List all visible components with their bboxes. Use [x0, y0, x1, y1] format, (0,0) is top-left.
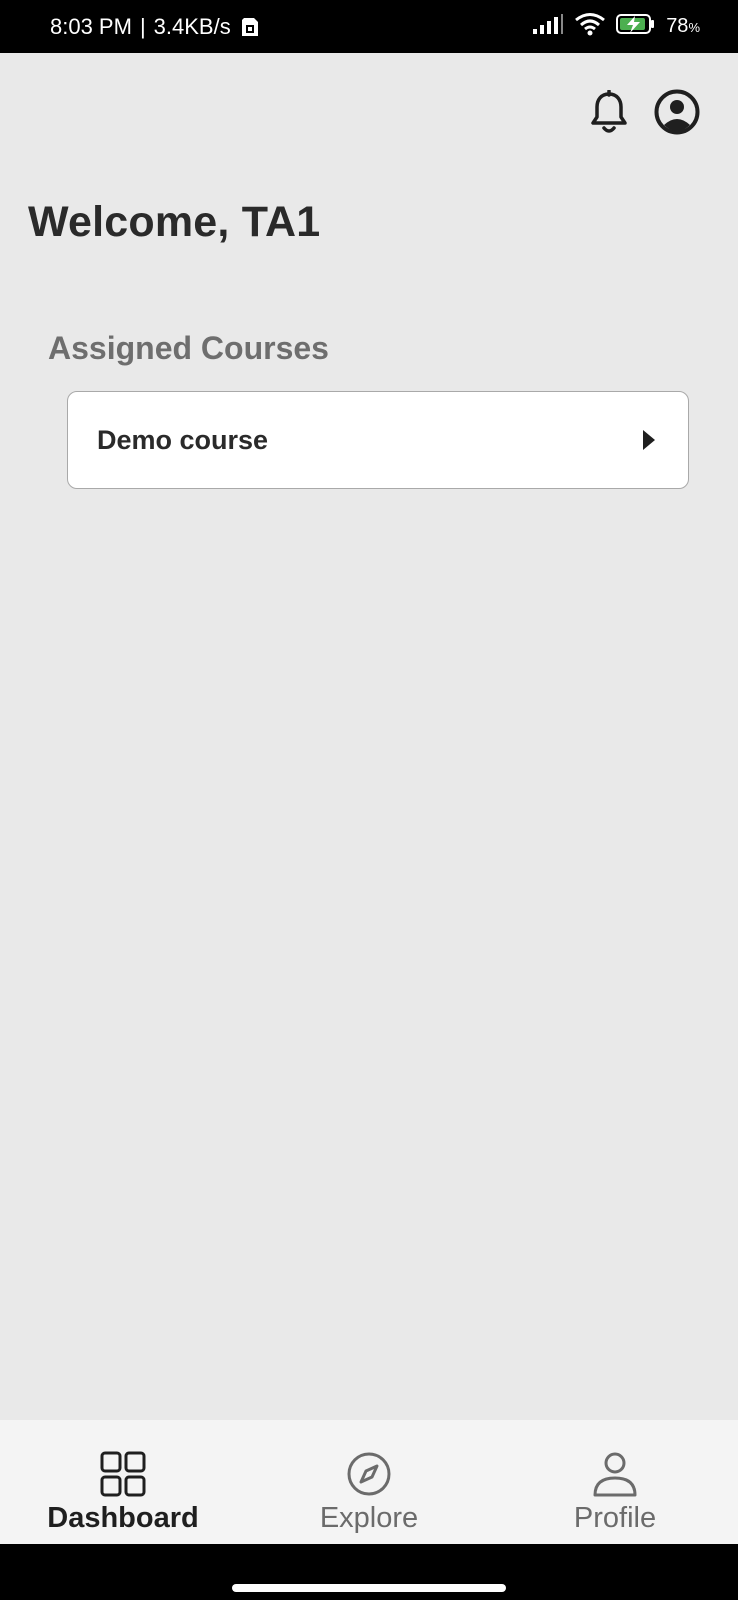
nav-item-dashboard[interactable]: Dashboard [0, 1420, 246, 1544]
course-name: Demo course [97, 424, 269, 455]
chevron-right-icon [640, 428, 658, 452]
bottom-navigation: Dashboard Explore Profile [0, 1420, 738, 1544]
nav-label-dashboard: Dashboard [47, 1502, 199, 1534]
status-bar: 8:03 PM | 3.4KB/s 78% [0, 0, 738, 53]
bell-icon [589, 88, 629, 141]
status-left: 8:03 PM | 3.4KB/s [50, 14, 261, 40]
battery-percent-value: 78 [666, 15, 689, 37]
grid-icon [99, 1450, 147, 1498]
compass-icon [345, 1450, 393, 1498]
home-indicator[interactable] [232, 1584, 506, 1592]
nav-label-explore: Explore [319, 1502, 419, 1534]
battery-percent-unit: % [688, 20, 700, 35]
battery-charging-icon [616, 13, 656, 41]
nav-item-profile[interactable]: Profile [492, 1420, 738, 1544]
nav-label-profile: Profile [573, 1502, 657, 1534]
notifications-button[interactable] [585, 88, 633, 141]
status-right: 78% [532, 12, 700, 42]
account-icon [654, 89, 700, 140]
sd-card-icon [239, 16, 261, 38]
welcome-heading: Welcome, TA1 [28, 198, 321, 246]
wifi-icon [574, 12, 606, 42]
nav-item-explore[interactable]: Explore [246, 1420, 492, 1544]
signal-icon [532, 13, 564, 41]
assigned-courses-title: Assigned Courses [48, 330, 329, 366]
account-button[interactable] [652, 89, 702, 139]
course-card[interactable]: Demo course [67, 391, 689, 489]
battery-percent: 78% [666, 15, 700, 38]
person-icon [591, 1450, 639, 1498]
status-separator: | [139, 13, 146, 39]
status-time: 8:03 PM [50, 13, 132, 39]
network-speed: 3.4KB/s [153, 13, 231, 39]
